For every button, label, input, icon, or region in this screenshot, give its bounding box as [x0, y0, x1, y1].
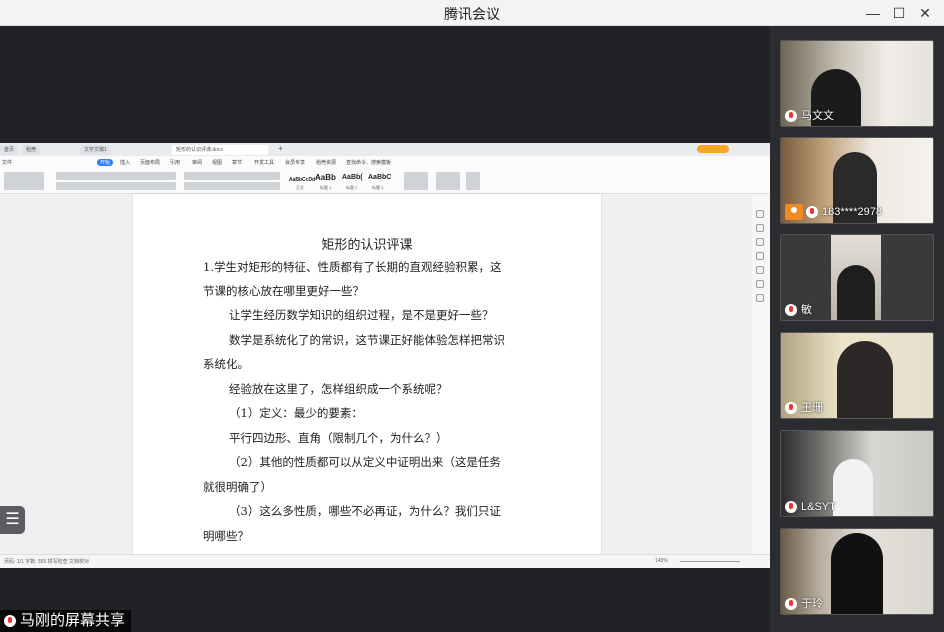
- document-title: 矩形的认识评课: [321, 238, 413, 253]
- menu-layout[interactable]: 页面布局: [140, 159, 160, 166]
- video-feed: [881, 235, 933, 320]
- document-area: 矩形的认识评课 1.学生对矩形的特征、性质都有了长期的直观经验积累，这 节课的核…: [0, 194, 770, 554]
- participant-name: 于玲: [785, 595, 823, 611]
- doc-line: 节课的核心放在哪里更好一些？: [203, 284, 364, 298]
- tool-icon[interactable]: [756, 280, 764, 288]
- doc-line: 就很明确了）: [203, 480, 272, 494]
- menu-view[interactable]: 视图: [212, 159, 222, 166]
- style-heading1-label: 标题 1: [320, 185, 332, 190]
- participant-name: L&SYT: [785, 501, 836, 513]
- menu-member[interactable]: 会员专享: [285, 159, 305, 166]
- tool-icon[interactable]: [756, 252, 764, 260]
- close-icon[interactable]: ✕: [914, 3, 936, 23]
- tool-icon[interactable]: [756, 294, 764, 302]
- doc-line: （3）这么多性质，哪些不必再证，为什么？我们只证: [229, 504, 501, 518]
- mic-muted-icon: [785, 304, 797, 317]
- clipboard-group[interactable]: [4, 172, 44, 190]
- style-normal-label: 正文: [296, 185, 304, 190]
- doc-line: 平行四边形、直角（限制几个，为什么？）: [229, 431, 448, 445]
- mic-muted-icon: [785, 501, 797, 513]
- participant-tile[interactable]: 王珊: [780, 332, 934, 419]
- style-heading2-label: 标题 2: [346, 185, 358, 190]
- font-format-group[interactable]: [56, 182, 176, 190]
- person-silhouette: [837, 265, 875, 320]
- tool-icon[interactable]: [756, 210, 764, 218]
- font-group[interactable]: [56, 172, 176, 180]
- menu-devtools[interactable]: 开发工具: [254, 159, 274, 166]
- menu-chapter[interactable]: 章节: [232, 159, 242, 166]
- participant-tile[interactable]: 183****2978: [780, 137, 934, 224]
- participant-name: 马文文: [785, 107, 834, 123]
- person-silhouette: [833, 459, 873, 516]
- user-avatar-icon: [785, 204, 803, 220]
- person-silhouette: [837, 341, 893, 418]
- list-icon[interactable]: ☰: [0, 506, 25, 534]
- shared-screen: 首页 稻壳 文字文稿1 矩形的认识评课.docx + 文件 开始 插入 页面布局…: [0, 143, 770, 568]
- mic-muted-icon: [785, 598, 797, 611]
- mic-muted-icon: [806, 206, 818, 218]
- screen-share-stage: 首页 稻壳 文字文稿1 矩形的认识评课.docx + 文件 开始 插入 页面布局…: [0, 26, 770, 632]
- maximize-icon[interactable]: ☐: [888, 3, 910, 23]
- mic-icon: [4, 615, 16, 628]
- participant-name: 王珊: [785, 399, 823, 415]
- mic-muted-icon: [785, 110, 797, 123]
- menu-docer-resources[interactable]: 稻壳资源: [316, 159, 336, 166]
- wps-tab-bar: 首页 稻壳 文字文稿1 矩形的认识评课.docx +: [0, 143, 770, 156]
- participant-name: 敏: [785, 301, 812, 317]
- tab-active-document[interactable]: 矩形的认识评课.docx: [172, 145, 268, 155]
- doc-line: （1）定义：最少的要素：: [229, 406, 363, 420]
- tool-icon[interactable]: [756, 224, 764, 232]
- right-toolbar: [752, 194, 770, 554]
- find-replace-icon[interactable]: [436, 172, 460, 190]
- menu-start[interactable]: 开始: [97, 159, 114, 166]
- title-bar: 腾讯会议 — ☐ ✕: [0, 0, 944, 26]
- participant-tile[interactable]: 马文文: [780, 40, 934, 127]
- paragraph-group[interactable]: [184, 172, 280, 180]
- document-page[interactable]: 矩形的认识评课 1.学生对矩形的特征、性质都有了长期的直观经验积累，这 节课的核…: [133, 194, 601, 554]
- mic-muted-icon: [785, 402, 797, 415]
- doc-line: 数学是系统化了的常识，这节课正好能体验怎样把常识: [229, 333, 505, 347]
- menu-file[interactable]: 文件: [2, 159, 12, 166]
- participant-sidebar: 马文文 183****2978 敏 王珊 L&SYT 于玲: [770, 26, 944, 632]
- wps-menu-bar: 文件 开始 插入 页面布局 引用 审阅 视图 章节 开发工具 会员专享 稻壳资源…: [0, 156, 770, 168]
- person-silhouette: [831, 533, 883, 614]
- style-heading3-label: 标题 3: [372, 185, 384, 190]
- participant-tile[interactable]: 敏: [780, 234, 934, 321]
- menu-references[interactable]: 引用: [170, 159, 180, 166]
- member-badge[interactable]: [697, 145, 729, 153]
- menu-review[interactable]: 审阅: [192, 159, 202, 166]
- tab-docer[interactable]: 稻壳: [22, 145, 41, 155]
- screen-share-label: 马刚的屏幕共享: [0, 610, 132, 632]
- tool-icon[interactable]: [756, 238, 764, 246]
- doc-line: 系统化。: [203, 357, 249, 371]
- zoom-slider[interactable]: [680, 561, 740, 562]
- text-tools-icon[interactable]: [404, 172, 428, 190]
- alignment-group[interactable]: [184, 182, 280, 190]
- select-icon[interactable]: [466, 172, 480, 190]
- menu-insert[interactable]: 插入: [120, 159, 130, 166]
- participant-name: 183****2978: [785, 204, 882, 220]
- doc-line: 1.学生对矩形的特征、性质都有了长期的直观经验积累，这: [203, 260, 502, 274]
- wps-status-bar: 页码: 1/1 字数: 355 拼写检查 文档校对 145%: [0, 554, 770, 568]
- doc-line: 经验放在这里了，怎样组织成一个系统呢？: [229, 382, 448, 396]
- doc-line: （2）其他的性质都可以从定义中证明出来（这是任务: [229, 455, 501, 469]
- doc-line: 明哪些？: [203, 529, 249, 543]
- doc-line: 让学生经历数学知识的组织过程，是不是更好一些？: [229, 308, 494, 322]
- tool-icon[interactable]: [756, 266, 764, 274]
- wps-ribbon: AaBbCcDd 正文 AaBb 标题 1 AaBb( 标题 2 AaBbC 标…: [0, 168, 770, 194]
- new-tab-icon[interactable]: +: [278, 144, 283, 153]
- status-info: 页码: 1/1 字数: 355 拼写检查 文档校对: [4, 559, 90, 565]
- zoom-level: 145%: [655, 558, 668, 564]
- minimize-icon[interactable]: —: [862, 3, 884, 23]
- tab-document1[interactable]: 文字文稿1: [80, 145, 111, 155]
- window-title: 腾讯会议: [444, 6, 500, 22]
- search-command[interactable]: 查找命令、搜索模板: [346, 159, 391, 166]
- share-label-text: 马刚的屏幕共享: [20, 612, 126, 629]
- participant-tile[interactable]: L&SYT: [780, 430, 934, 517]
- participant-tile[interactable]: 于玲: [780, 528, 934, 615]
- tab-home[interactable]: 首页: [0, 145, 19, 155]
